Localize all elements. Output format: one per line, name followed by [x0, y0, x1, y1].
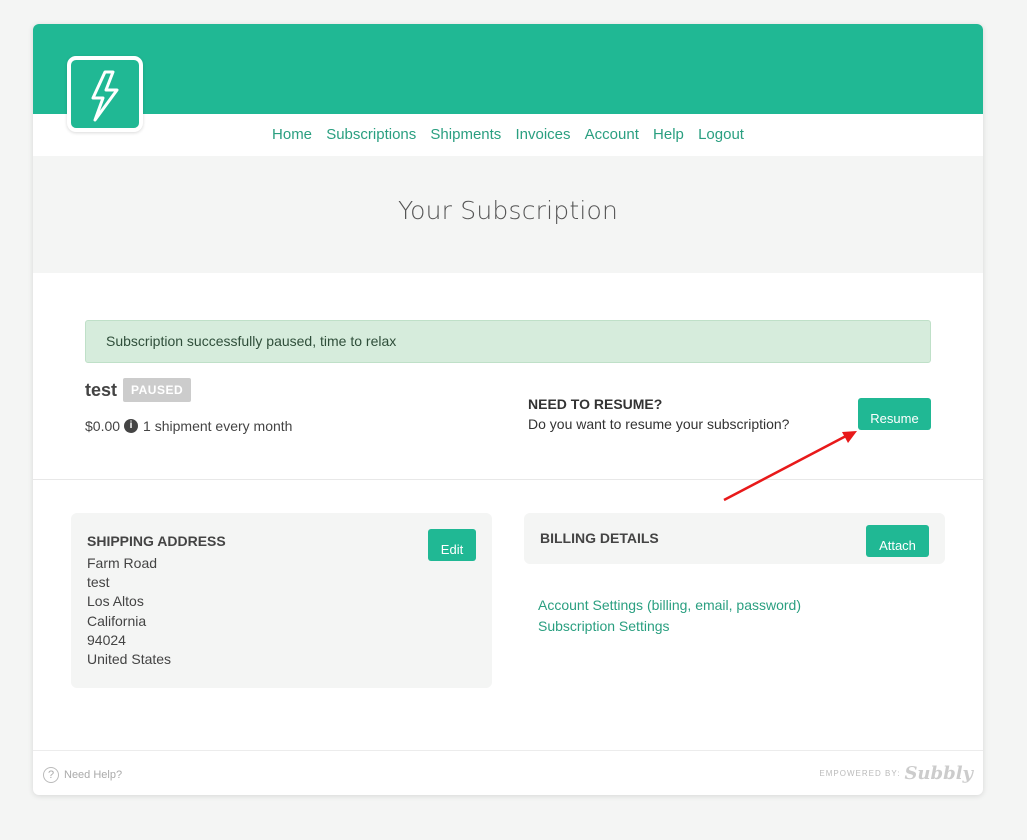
footer: ? Need Help? EMPOWERED BY: Subbly [33, 750, 983, 795]
address-line: Farm Road [87, 555, 158, 571]
nav-account[interactable]: Account [585, 126, 639, 143]
section-divider [33, 479, 983, 480]
main-nav: Home Subscriptions Shipments Invoices Ac… [33, 126, 983, 143]
subscription-card: Home Subscriptions Shipments Invoices Ac… [33, 24, 983, 795]
status-badge: PAUSED [123, 378, 192, 402]
edit-button-label: Edit [440, 542, 464, 557]
subscription-settings-link[interactable]: Subscription Settings [538, 616, 801, 637]
subscription-frequency: 1 shipment every month [143, 418, 293, 434]
shipping-address-lines: Farm Road test Los Altos California 9402… [87, 554, 171, 669]
subscription-name: test [85, 380, 118, 400]
attach-button-label: Attach [879, 538, 916, 553]
nav-help[interactable]: Help [653, 126, 684, 143]
resume-button-label: Resume [870, 411, 919, 426]
info-icon[interactable]: i [124, 419, 139, 433]
shipping-address-title: SHIPPING ADDRESS [87, 533, 226, 549]
store-logo[interactable] [67, 56, 143, 132]
page-title: Your Subscription [397, 196, 619, 225]
question-circle-icon: ? [43, 767, 59, 783]
lightning-bolt-icon [91, 70, 119, 122]
address-line: United States [87, 651, 172, 668]
resume-question: Do you want to resume your subscription? [528, 416, 790, 432]
powered-by: EMPOWERED BY: Subbly [819, 763, 973, 784]
nav-shipments[interactable]: Shipments [430, 126, 501, 143]
edit-address-button[interactable]: Edit [428, 529, 476, 561]
resume-heading: NEED TO RESUME? [528, 396, 663, 412]
subbly-logo[interactable]: Subbly [904, 763, 973, 784]
nav-logout[interactable]: Logout [698, 126, 744, 143]
billing-details-panel: BILLING DETAILS Attach [524, 513, 945, 564]
billing-details-title: BILLING DETAILS [540, 530, 659, 546]
need-help-label: Need Help? [64, 769, 123, 781]
address-line: California [87, 612, 147, 629]
page-header: Your Subscription [33, 156, 983, 273]
success-alert: Subscription successfully paused, time t… [85, 320, 931, 363]
brand-header-bar [33, 24, 983, 114]
need-help-link[interactable]: ? Need Help? [43, 767, 122, 783]
nav-home[interactable]: Home [272, 126, 312, 143]
shipping-address-panel: SHIPPING ADDRESS Edit Farm Road test Los… [71, 513, 492, 688]
resume-button[interactable]: Resume [858, 398, 931, 430]
subscription-price-line: $0.00 i 1 shipment every month [85, 418, 292, 434]
powered-by-label: EMPOWERED BY: [819, 769, 901, 778]
address-line: test [87, 574, 110, 591]
attach-billing-button[interactable]: Attach [866, 525, 929, 557]
settings-links: Account Settings (billing, email, passwo… [538, 595, 801, 637]
subscription-price: $0.00 [85, 418, 121, 434]
nav-invoices[interactable]: Invoices [515, 126, 570, 143]
address-line: 94024 [87, 631, 126, 648]
address-line: Los Altos [87, 593, 144, 610]
nav-subscriptions[interactable]: Subscriptions [326, 126, 416, 143]
account-settings-link[interactable]: Account Settings (billing, email, passwo… [538, 595, 801, 616]
